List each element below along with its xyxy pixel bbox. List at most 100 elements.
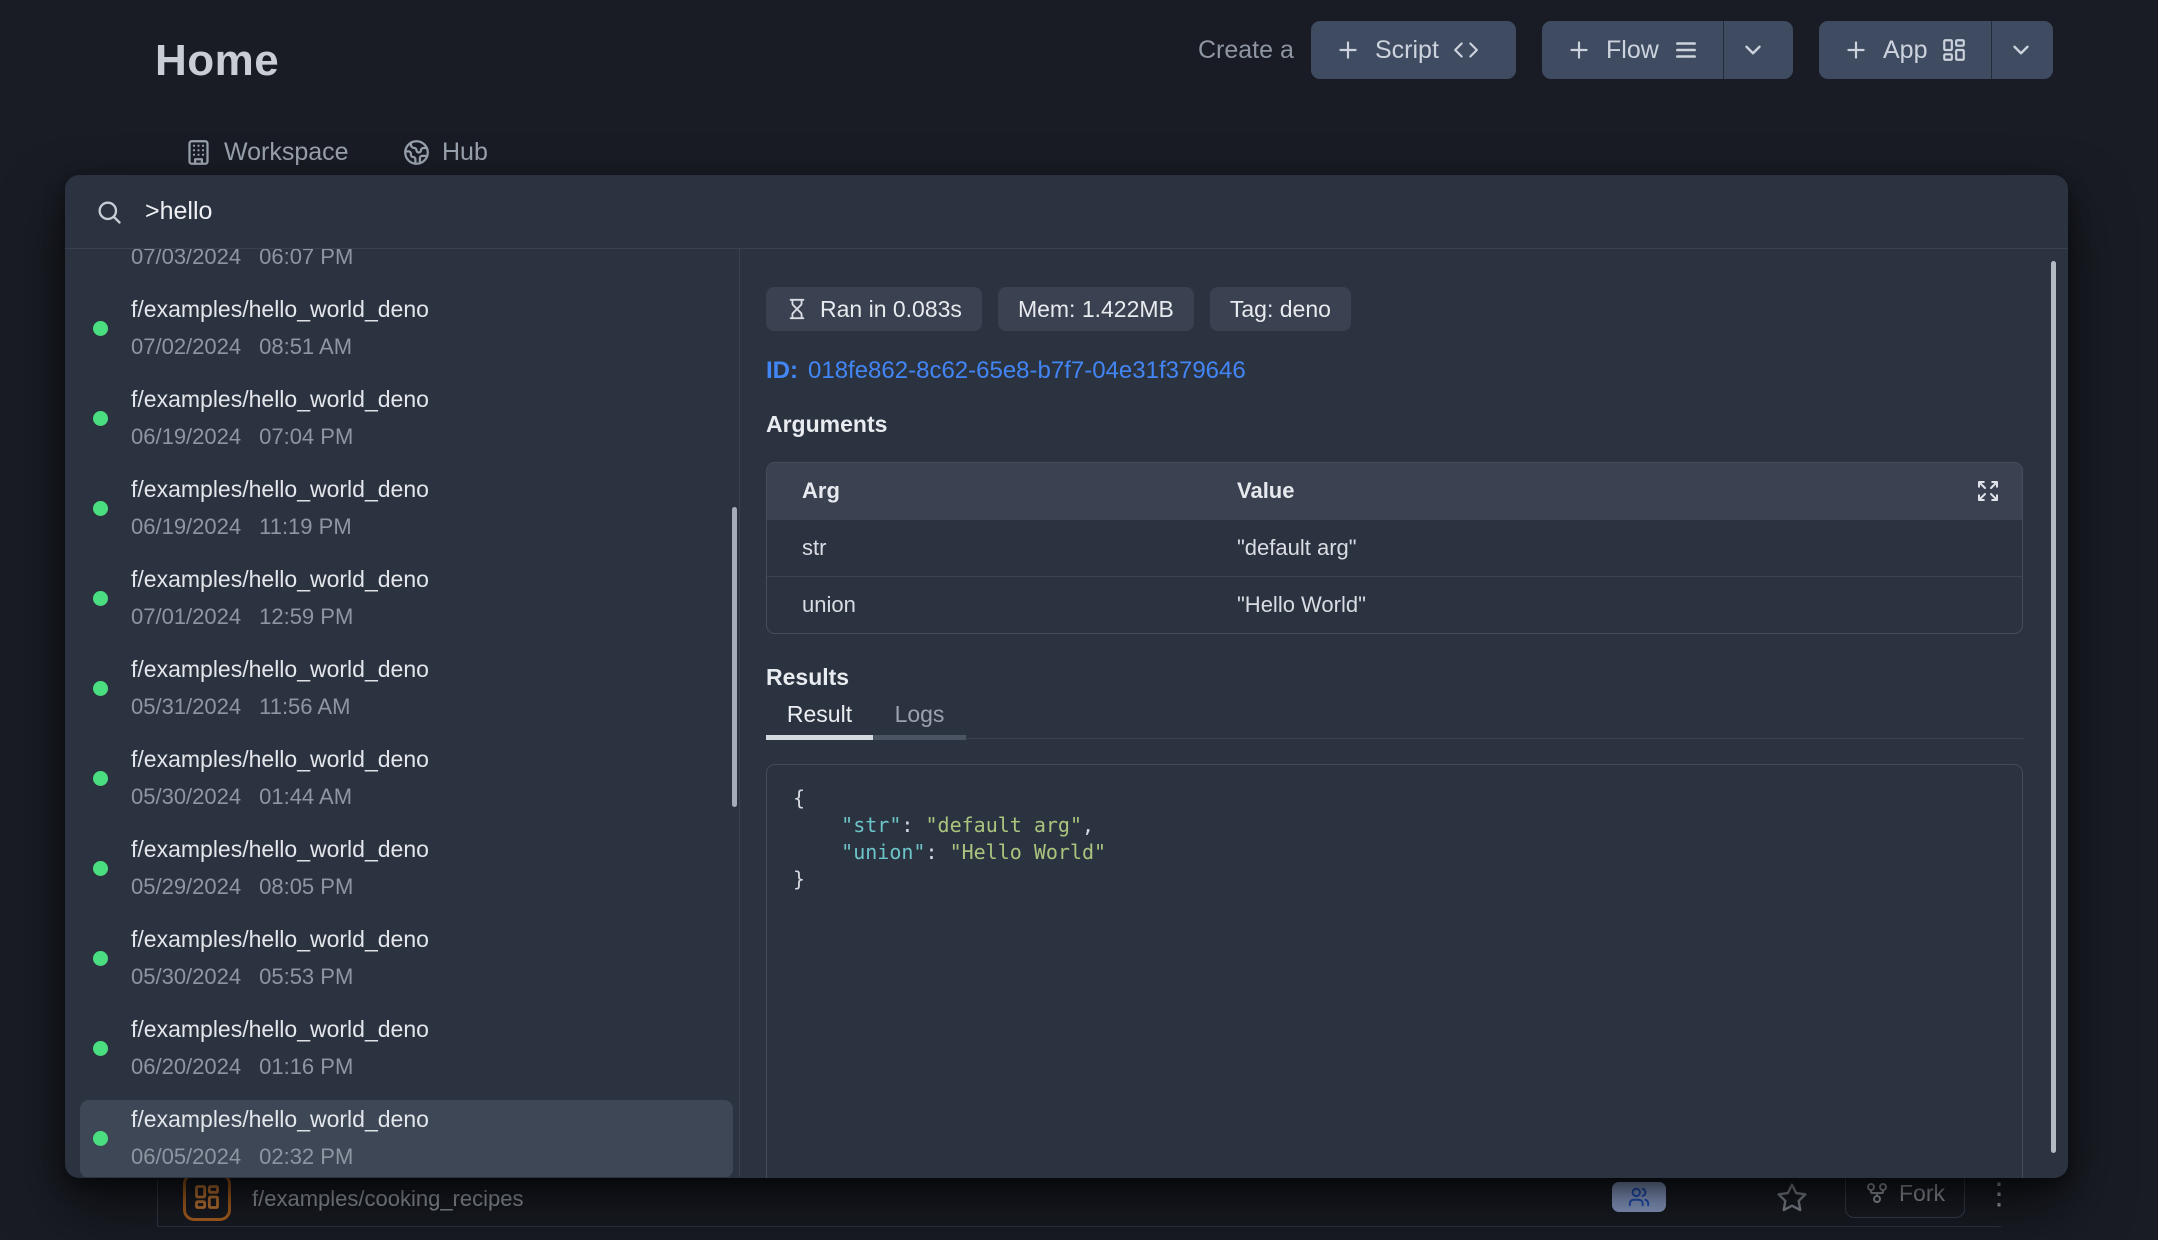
run-id[interactable]: ID:018fe862-8c62-65e8-b7f7-04e31f379646 xyxy=(766,357,2068,385)
result-json-viewer: { "str": "default arg", "union": "Hello … xyxy=(766,764,2023,1178)
duration-badge: Ran in 0.083s xyxy=(766,287,982,331)
json-key: "union" xyxy=(841,840,925,864)
expand-button[interactable] xyxy=(1976,479,2000,503)
run-time: 06:07 PM xyxy=(259,249,353,270)
create-script-button[interactable]: Script xyxy=(1311,21,1516,79)
run-date: 07/01/2024 xyxy=(131,604,241,630)
create-app-button[interactable]: App xyxy=(1819,21,2053,79)
layout-dashboard-icon xyxy=(1941,37,1967,63)
json-key: "str" xyxy=(841,813,901,837)
kebab-menu-button[interactable]: ⋮ xyxy=(1984,1178,2014,1212)
run-time: 05:53 PM xyxy=(259,964,353,990)
run-time: 07:04 PM xyxy=(259,424,353,450)
run-time: 12:59 PM xyxy=(259,604,353,630)
success-dot-icon xyxy=(93,1041,108,1056)
app-dropdown-button[interactable] xyxy=(1992,21,2050,79)
run-date: 06/05/2024 xyxy=(131,1144,241,1170)
tab-workspace[interactable]: Workspace xyxy=(185,138,349,167)
run-time: 08:51 AM xyxy=(259,334,352,360)
run-date: 07/03/2024 xyxy=(131,249,241,270)
app-icon-orange xyxy=(183,1173,231,1221)
expand-icon xyxy=(1976,479,2000,503)
create-script-label: Script xyxy=(1375,36,1439,65)
tab-hub-label: Hub xyxy=(442,138,488,167)
tag-badge: Tag: deno xyxy=(1210,287,1351,331)
run-list-item[interactable]: f/examples/hello_world_deno 06/19/2024 07… xyxy=(80,380,733,458)
run-path: f/examples/hello_world_deno xyxy=(131,1106,429,1133)
argument-name: str xyxy=(767,535,1237,561)
column-header-arg: Arg xyxy=(767,478,1237,504)
arguments-title: Arguments xyxy=(766,411,2068,438)
success-dot-icon xyxy=(93,501,108,516)
run-list-item[interactable]: f/examples/hello_world_deno 07/03/202406… xyxy=(80,249,733,278)
run-list-item[interactable]: f/examples/hello_world_deno 06/19/202411… xyxy=(80,470,733,548)
plus-icon xyxy=(1843,37,1869,63)
json-string: "Hello World" xyxy=(950,840,1107,864)
run-list-item[interactable]: f/examples/hello_world_deno 06/20/2024 01… xyxy=(80,1010,733,1088)
run-time: 08:05 PM xyxy=(259,874,353,900)
column-header-value: Value xyxy=(1237,478,1976,504)
run-list-item[interactable]: f/examples/hello_world_deno 07/02/202408… xyxy=(80,290,733,368)
chevron-down-icon xyxy=(2008,37,2034,63)
shared-users-badge xyxy=(1612,1182,1666,1212)
run-time: 01:16 PM xyxy=(259,1054,353,1080)
results-tabs: Result Logs xyxy=(766,701,2023,740)
run-path: f/examples/hello_world_deno xyxy=(131,656,429,683)
run-list-item[interactable]: f/examples/hello_world_deno 06/05/2024 02… xyxy=(80,1100,733,1177)
inactive-tab-indicator xyxy=(873,735,966,740)
run-path: f/examples/hello_world_deno xyxy=(131,386,429,413)
argument-row: union "Hello World" xyxy=(767,576,2022,633)
run-path: f/examples/hello_world_deno xyxy=(131,746,429,773)
run-path: f/examples/hello_world_deno xyxy=(131,836,429,863)
run-date: 05/30/2024 xyxy=(131,964,241,990)
chevron-down-icon xyxy=(1740,37,1766,63)
detail-scrollbar[interactable] xyxy=(2051,261,2056,1153)
argument-value: "Hello World" xyxy=(1237,592,2022,618)
run-list-item[interactable]: f/examples/hello_world_deno 05/30/202405… xyxy=(80,920,733,998)
search-bar xyxy=(65,175,2068,249)
run-path: f/examples/hello_world_deno xyxy=(131,1016,429,1043)
tab-hub[interactable]: Hub xyxy=(403,138,488,167)
globe-icon xyxy=(403,139,430,166)
runs-scrollbar[interactable] xyxy=(732,507,737,807)
memory-badge: Mem: 1.422MB xyxy=(998,287,1194,331)
argument-row: str "default arg" xyxy=(767,519,2022,576)
fork-button-label: Fork xyxy=(1899,1180,1945,1207)
run-date: 06/20/2024 xyxy=(131,1054,241,1080)
success-dot-icon xyxy=(93,1131,108,1146)
success-dot-icon xyxy=(93,951,108,966)
building-icon xyxy=(185,139,212,166)
run-list-item[interactable]: f/examples/hello_world_deno 05/31/2024 11… xyxy=(80,650,733,728)
success-dot-icon xyxy=(93,771,108,786)
favorite-star-button[interactable] xyxy=(1776,1182,1808,1214)
tab-workspace-label: Workspace xyxy=(224,138,349,167)
plus-icon xyxy=(1335,37,1361,63)
create-flow-label: Flow xyxy=(1606,36,1659,65)
flow-lines-icon xyxy=(1673,37,1699,63)
argument-value: "default arg" xyxy=(1237,535,2022,561)
run-date: 06/19/2024 xyxy=(131,424,241,450)
success-dot-icon xyxy=(93,591,108,606)
run-time: 01:44 AM xyxy=(259,784,352,810)
run-time: 11:56 AM xyxy=(259,694,350,720)
run-list-item[interactable]: f/examples/hello_world_deno 07/01/2024 12… xyxy=(80,560,733,638)
run-date: 05/31/2024 xyxy=(131,694,241,720)
json-open-brace: { xyxy=(793,786,805,810)
success-dot-icon xyxy=(93,681,108,696)
run-path: f/examples/hello_world_deno xyxy=(131,296,429,323)
search-input[interactable] xyxy=(145,197,1345,226)
run-time: 02:32 PM xyxy=(259,1144,353,1170)
create-flow-button[interactable]: Flow xyxy=(1542,21,1793,79)
argument-name: union xyxy=(767,592,1237,618)
background-row-path: f/examples/cooking_recipes xyxy=(252,1186,523,1212)
run-detail-panel: Ran in 0.083s Mem: 1.422MB Tag: deno ID:… xyxy=(740,249,2068,1177)
run-list-item[interactable]: f/examples/hello_world_deno 05/30/202401… xyxy=(80,740,733,818)
run-list-item[interactable]: f/examples/hello_world_deno 05/29/202408… xyxy=(80,830,733,908)
flow-dropdown-button[interactable] xyxy=(1724,21,1782,79)
hourglass-icon xyxy=(786,298,808,320)
background-row-divider xyxy=(157,1226,2001,1227)
code-icon xyxy=(1453,37,1479,63)
json-separator: : xyxy=(925,840,949,864)
active-tab-indicator xyxy=(766,735,873,740)
run-path: f/examples/hello_world_deno xyxy=(131,566,429,593)
